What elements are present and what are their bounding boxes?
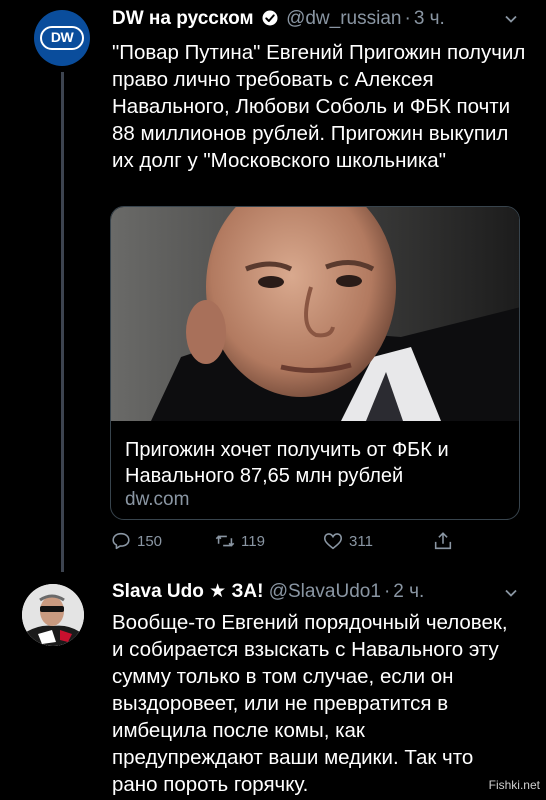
tweet-header: DW на русском @dw_russian · 3 ч. [112, 8, 445, 30]
separator-dot: · [404, 8, 411, 29]
thread-line [61, 72, 64, 572]
author-name[interactable]: Slava Udo ★ ЗА! [112, 581, 263, 602]
card-domain: dw.com [125, 489, 190, 510]
link-card[interactable]: Пригожин хочет получить от ФБК и Навальн… [110, 206, 520, 520]
share-icon [434, 532, 452, 550]
tweet-header: Slava Udo ★ ЗА! @SlavaUdo1 · 2 ч. [112, 580, 424, 603]
verified-badge-icon [262, 10, 278, 26]
watermark: Fishki.net [488, 778, 540, 792]
avatar-slava[interactable] [22, 584, 84, 646]
share-button[interactable] [432, 530, 459, 552]
retweet-button[interactable]: 119 [214, 530, 265, 552]
tweet-text: "Повар Путина" Евгений Пригожин получил … [112, 41, 526, 172]
tweet-actions: 150 119 311 [110, 530, 490, 558]
card-title: Пригожин хочет получить от ФБК и Навальн… [125, 439, 449, 487]
heart-icon [323, 533, 343, 550]
author-name[interactable]: DW на русском [112, 8, 254, 29]
tweet-time[interactable]: 2 ч. [393, 581, 424, 602]
dw-logo-text: DW [50, 29, 74, 45]
retweet-icon [215, 535, 235, 547]
avatar-dw[interactable]: DW [34, 10, 90, 66]
separator-dot: · [383, 581, 391, 602]
like-button[interactable]: 311 [322, 530, 373, 552]
tweet-time[interactable]: 3 ч. [414, 8, 445, 29]
author-handle[interactable]: @dw_russian [286, 8, 401, 29]
reply-icon [112, 532, 130, 550]
retweet-count: 119 [241, 532, 265, 550]
author-handle[interactable]: @SlavaUdo1 [269, 581, 381, 602]
tweet-text: Вообще-то Евгений порядочный человек, и … [112, 611, 508, 796]
chevron-down-icon[interactable] [504, 12, 518, 26]
like-count: 311 [349, 532, 373, 550]
card-image [111, 207, 519, 421]
tweet-slava[interactable]: Slava Udo ★ ЗА! @SlavaUdo1 · 2 ч. Вообще-т… [0, 568, 546, 800]
chevron-down-icon[interactable] [504, 586, 518, 600]
reply-button[interactable]: 150 [110, 530, 162, 552]
tweet-dw[interactable]: DW DW на русском @dw_russian · 3 ч. "Повар… [0, 0, 546, 572]
reply-count: 150 [137, 532, 163, 550]
